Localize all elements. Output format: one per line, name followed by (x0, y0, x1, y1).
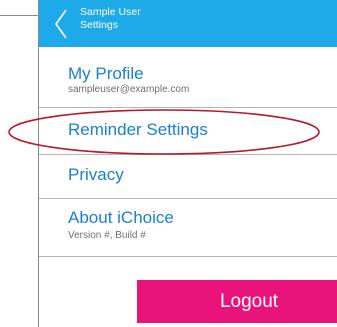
header-user-name: Sample User (80, 6, 141, 18)
menu-item-title: My Profile (68, 64, 144, 83)
menu-item-title: Reminder Settings (68, 120, 208, 139)
nav-header: Sample User Settings (39, 0, 337, 47)
frame-border-top (0, 15, 39, 16)
menu-item-reminder-settings[interactable]: Reminder Settings (39, 108, 337, 152)
menu-item-subtitle: Version #, Build # (68, 230, 146, 241)
menu-divider (39, 256, 337, 257)
screen: Sample User Settings My Profile sampleus… (0, 0, 337, 327)
settings-screen: Sample User Settings My Profile sampleus… (39, 0, 337, 327)
menu-item-title: Privacy (68, 165, 124, 184)
menu-item-my-profile[interactable]: My Profile sampleuser@example.com (39, 47, 337, 99)
menu-item-privacy[interactable]: Privacy (39, 155, 337, 197)
menu-item-title: About iChoice (68, 208, 174, 227)
header-title: Settings (80, 19, 118, 31)
menu-item-about[interactable]: About iChoice Version #, Build # (39, 199, 337, 254)
menu-item-subtitle: sampleuser@example.com (68, 84, 190, 95)
chevron-left-icon[interactable] (53, 8, 69, 40)
logout-button[interactable]: Logout (137, 280, 337, 323)
